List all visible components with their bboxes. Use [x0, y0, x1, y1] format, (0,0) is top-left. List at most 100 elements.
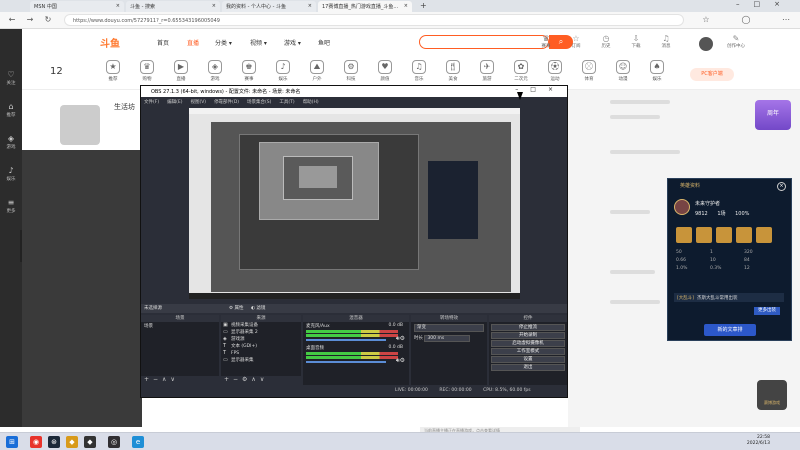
item-icon[interactable] [736, 227, 752, 243]
volume-slider[interactable] [306, 339, 386, 341]
game-badge[interactable]: 赛博游戏 [757, 380, 787, 410]
menu-edit[interactable]: 编辑(E) [167, 100, 182, 105]
item-icon[interactable] [676, 227, 692, 243]
scene-item[interactable]: 场景 [141, 322, 219, 330]
source-item[interactable]: ◈ 游戏源 [221, 336, 301, 343]
header-download[interactable]: ⇩ 下载 [622, 34, 650, 49]
close-icon[interactable]: × [212, 3, 216, 9]
category-item[interactable]: ⛰ 户外 [300, 60, 334, 82]
menu-docks[interactable]: 停靠部件(D) [214, 100, 239, 105]
menu-file[interactable]: 文件(F) [144, 100, 159, 105]
item-icon[interactable] [696, 227, 712, 243]
nav-video[interactable]: 视频 ▾ [250, 38, 267, 47]
anniversary-badge[interactable]: 周年 [755, 100, 791, 130]
menu-tools[interactable]: 工具(T) [279, 100, 294, 105]
new-article-button[interactable]: 新的文章排 [704, 324, 756, 336]
volume-slider[interactable] [306, 361, 386, 363]
item-icon[interactable] [756, 227, 772, 243]
category-item[interactable]: ✈ 旅游 [470, 60, 504, 82]
source-item[interactable]: ▭ 显示器采集 2 [221, 329, 301, 336]
header-messages[interactable]: ♫ 消息 [652, 34, 680, 49]
category-item[interactable]: ▶ 直播 [164, 60, 198, 82]
category-item[interactable]: ✿ 二次元 [504, 60, 538, 82]
nav-category[interactable]: 分类 ▾ [215, 38, 232, 47]
left-nav-follow[interactable]: ♡ 关注 [0, 67, 22, 93]
new-tab-button[interactable]: + [420, 1, 427, 10]
category-item[interactable]: ⚙ 科技 [334, 60, 368, 82]
virtual-camera-button[interactable]: 启动虚拟摄像机 [491, 340, 565, 347]
source-controls[interactable]: +−⚙∧∨ [221, 376, 301, 385]
category-item[interactable]: ♠ 娱乐 [640, 60, 674, 82]
exit-button[interactable]: 退出 [491, 364, 565, 371]
source-item[interactable]: T FPS [221, 350, 301, 357]
menu-view[interactable]: 视图(V) [190, 100, 206, 105]
duration-input[interactable]: 300 ms [424, 335, 471, 342]
streamer-name[interactable]: 生活坊 [114, 102, 135, 112]
close-icon[interactable]: × [404, 3, 408, 9]
filters-button[interactable]: ◐ 滤镜 [251, 305, 265, 311]
site-search-input[interactable] [419, 35, 549, 49]
close-icon[interactable]: × [777, 182, 786, 191]
nav-home[interactable]: 首页 [157, 38, 169, 47]
close-icon[interactable]: × [308, 3, 312, 9]
nav-live[interactable]: 直播 [187, 38, 199, 47]
left-nav-recommend[interactable]: ⌂ 推荐 [0, 99, 22, 125]
favorites-icon[interactable]: ☆ [700, 14, 712, 26]
forward-icon[interactable]: → [24, 14, 36, 26]
nav-fishbar[interactable]: 鱼吧 [318, 38, 330, 47]
source-item[interactable]: ▭ 显示器采集 [221, 357, 301, 364]
start-recording-button[interactable]: 开始录制 [491, 332, 565, 339]
left-nav-game[interactable]: ◈ 游戏 [0, 131, 22, 157]
transition-select[interactable]: 渐变 [414, 324, 484, 332]
back-icon[interactable]: ← [6, 14, 18, 26]
category-item[interactable]: ♛ 购物 [130, 60, 164, 82]
tab-msn[interactable]: MSN 中国 × [30, 1, 124, 12]
tab-search[interactable]: 斗鱼 - 搜索 × [126, 1, 220, 12]
category-item[interactable]: ★ 推荐 [96, 60, 130, 82]
category-item[interactable]: ♥ 颜值 [368, 60, 402, 82]
pc-client-button[interactable]: PC客户端 [690, 68, 734, 81]
properties-button[interactable]: ⚙ 属性 [229, 305, 243, 311]
category-item[interactable]: ⚾︎ 体育 [572, 60, 606, 82]
header-creator[interactable]: ✎ 创作中心 [722, 34, 750, 49]
game-icon[interactable]: ◆ [66, 436, 78, 448]
tab-stream[interactable]: 17赛博直播_热门游戏直播_斗鱼... × [318, 1, 412, 12]
douyu-icon[interactable]: ◉ [30, 436, 42, 448]
stop-streaming-button[interactable]: 停止推流 [491, 324, 565, 331]
scene-controls[interactable]: +−∧∨ [141, 376, 219, 385]
menu-help[interactable]: 帮助(H) [303, 100, 319, 105]
game-icon[interactable]: ◆ [84, 436, 96, 448]
tab-profile[interactable]: 我的资料 - 个人中心 - 斗鱼 × [222, 1, 316, 12]
reload-icon[interactable]: ↻ [42, 14, 54, 26]
source-item[interactable]: T 文本 (GDI+) [221, 343, 301, 350]
speaker-icon[interactable]: 🔊︎⚙ [396, 357, 405, 365]
header-subscribe[interactable]: ☆ 订阅 [562, 34, 590, 49]
settings-button[interactable]: 设置 [491, 356, 565, 363]
douyu-logo[interactable]: 斗鱼 [100, 35, 120, 50]
category-item[interactable]: ♫ 音乐 [402, 60, 436, 82]
category-item[interactable]: ⚽︎ 运动 [538, 60, 572, 82]
category-item[interactable]: ◈ 游戏 [198, 60, 232, 82]
hero-build-tag[interactable]: [大乱斗] 杰斯大乱斗常用出装 [674, 293, 784, 302]
windows-icon[interactable]: ⊞ [6, 436, 18, 448]
category-item[interactable]: ♚ 赛事 [232, 60, 266, 82]
header-history[interactable]: ◷ 历史 [592, 34, 620, 49]
source-item[interactable]: ▣ 视频采集设备 [221, 322, 301, 329]
edge-icon[interactable]: e [132, 436, 144, 448]
category-item[interactable]: ♪ 娱乐 [266, 60, 300, 82]
obs-preview[interactable] [189, 108, 520, 299]
speaker-icon[interactable]: 🔊︎⚙ [396, 335, 405, 343]
left-nav-more[interactable]: ≡ 更多 [0, 195, 22, 221]
url-bar[interactable]: https://www.douyu.com/5727911?_r=0.65534… [64, 14, 684, 26]
streamer-avatar[interactable] [60, 105, 100, 145]
more-builds-button[interactable]: 更多出装 [754, 307, 780, 315]
category-item[interactable]: 🍴︎ 美食 [436, 60, 470, 82]
window-controls[interactable]: –□× [736, 0, 794, 8]
nav-games[interactable]: 游戏 ▾ [284, 38, 301, 47]
system-clock[interactable]: 22:58 2022/6/13 [747, 435, 770, 447]
steam-icon[interactable]: ⊛ [48, 436, 60, 448]
menu-scene-collection[interactable]: 场景集合(S) [247, 100, 271, 105]
left-nav-entertainment[interactable]: ♪ 娱乐 [0, 163, 22, 189]
header-events[interactable]: ♛ 赛事 [532, 34, 560, 49]
studio-mode-button[interactable]: 工作室模式 [491, 348, 565, 355]
